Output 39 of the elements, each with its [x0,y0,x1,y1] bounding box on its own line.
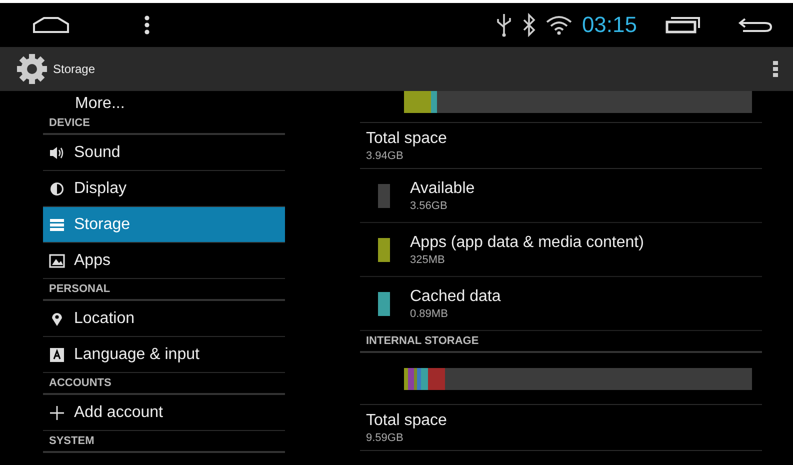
pin-icon [49,310,65,326]
menu-icon[interactable] [144,15,150,35]
home-icon[interactable] [32,16,70,34]
item-value: 325MB [410,254,446,266]
wifi-icon [546,15,572,35]
section-header: SYSTEM [43,431,285,453]
sidebar-item[interactable]: Language & input [43,337,285,373]
letter-icon [49,346,65,362]
section-header: INTERNAL STORAGE [360,331,762,353]
clock-time: 03:15 [582,12,637,38]
sidebar-item[interactable]: Apps [43,243,285,279]
contrast-icon [49,180,65,196]
sidebar-item[interactable]: Sound [43,135,285,171]
item-value: 9.59GB [366,432,404,444]
back-icon[interactable] [737,16,773,34]
section-header: ACCOUNTS [43,373,285,395]
section-header: DEVICE [43,113,285,135]
sidebar-item[interactable]: Add account [43,395,285,431]
picture-icon [49,252,65,268]
sidebar-item[interactable]: More... [43,91,285,113]
item-value: 0.89MB [410,308,449,320]
section-header: PERSONAL [43,279,285,301]
storage-icon [49,216,65,232]
speaker-icon [49,144,65,160]
item-value: 3.56GB [410,200,448,212]
item-label: Total space [366,412,447,430]
usb-icon [496,13,512,37]
bluetooth-icon [522,13,536,37]
overflow-menu-icon[interactable] [773,61,778,77]
screen-title: Storage [53,62,96,76]
recent-apps-icon[interactable] [665,16,701,34]
item-label: Cached data [410,288,501,306]
item-label: Total space [366,130,447,148]
item-label: Apps (app data & media content) [410,234,644,252]
item-value: 3.94GB [366,150,404,162]
sidebar-item[interactable]: Storage [43,207,285,243]
sidebar-item[interactable]: Location [43,301,285,337]
item-label: Available [410,180,475,198]
plus-icon [49,404,65,420]
